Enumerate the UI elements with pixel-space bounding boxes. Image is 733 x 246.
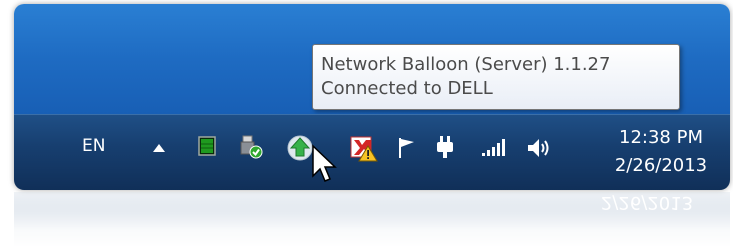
signal-bars-icon[interactable] (480, 138, 506, 158)
tooltip-line-1: Network Balloon (Server) 1.1.27 (321, 54, 611, 75)
action-center-flag-icon[interactable] (396, 136, 418, 160)
network-balloon-tooltip: Network Balloon (Server) 1.1.27 Connecte… (312, 44, 680, 110)
mouse-cursor-icon (312, 144, 337, 182)
reflection-fade (14, 192, 730, 246)
network-balloon-icon[interactable] (286, 134, 314, 162)
speaker-volume-icon[interactable] (526, 136, 552, 160)
screenshot-panel: Network Balloon (Server) 1.1.27 Connecte… (14, 4, 730, 190)
clock-time: 12:38 PM (619, 127, 703, 148)
usb-safely-remove-icon[interactable] (238, 134, 264, 160)
show-hidden-icons-arrow-icon[interactable] (152, 143, 166, 153)
green-monitor-icon[interactable] (198, 136, 216, 156)
taskbar-clock[interactable]: 12:38 PM 2/26/2013 (606, 124, 716, 180)
taskbar-reflection: 2/26/2013 (14, 192, 730, 246)
power-plug-icon[interactable] (434, 134, 458, 160)
tooltip-line-2: Connected to DELL (321, 78, 493, 99)
clock-date: 2/26/2013 (614, 155, 708, 176)
security-alert-icon[interactable] (350, 136, 378, 162)
language-indicator[interactable]: EN (82, 136, 105, 156)
